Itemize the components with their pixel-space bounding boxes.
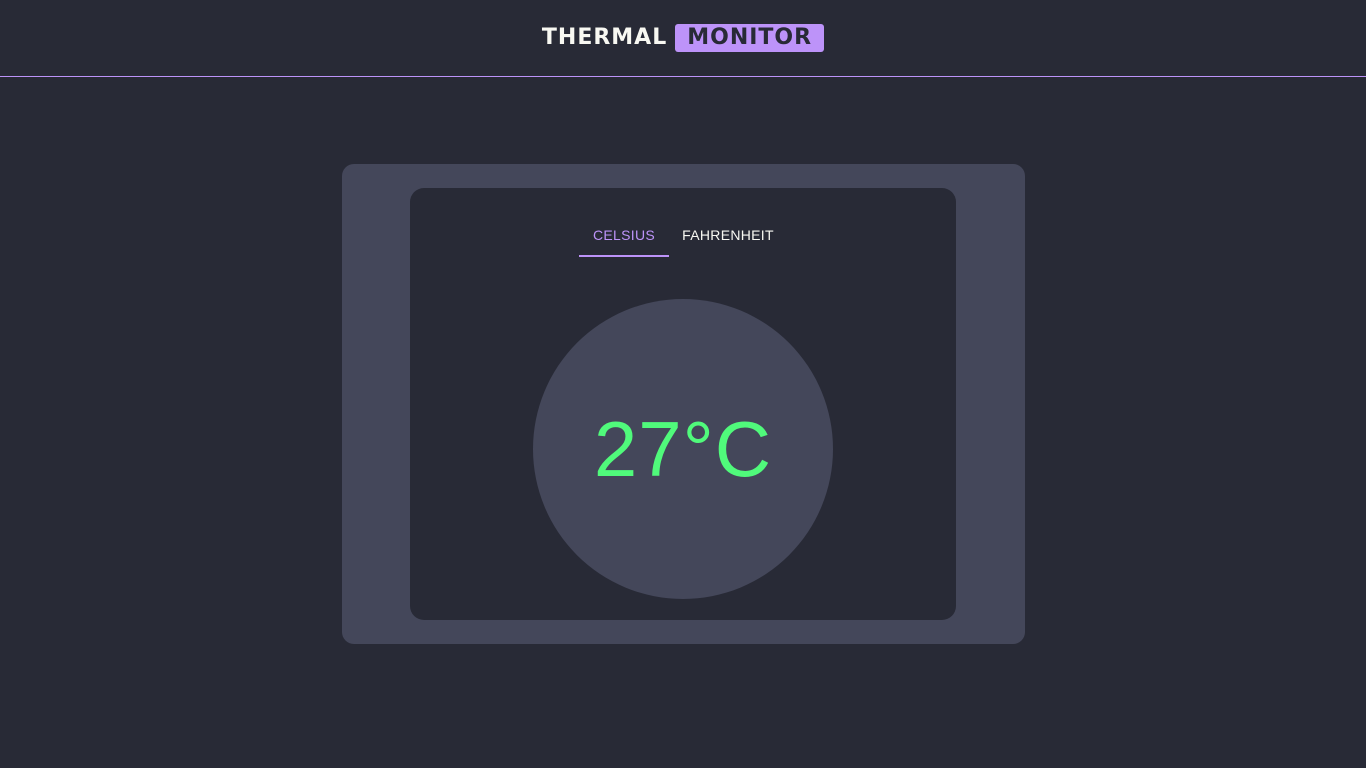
temperature-reading: 27°C xyxy=(593,405,773,493)
tab-fahrenheit[interactable]: FAHRENHEIT xyxy=(669,212,787,257)
unit-tabs: CELSIUS FAHRENHEIT xyxy=(579,212,787,257)
tab-celsius[interactable]: CELSIUS xyxy=(579,212,669,257)
brand-title-monitor: MONITOR xyxy=(675,24,825,52)
temperature-gauge: 27°C xyxy=(533,299,833,599)
temperature-card: CELSIUS FAHRENHEIT 27°C xyxy=(410,188,956,620)
brand-title-thermal: THERMAL xyxy=(541,25,668,50)
monitor-panel: CELSIUS FAHRENHEIT 27°C xyxy=(342,164,1025,644)
brand-logo: THERMAL MONITOR xyxy=(541,24,825,52)
app-header: THERMAL MONITOR xyxy=(0,0,1366,77)
